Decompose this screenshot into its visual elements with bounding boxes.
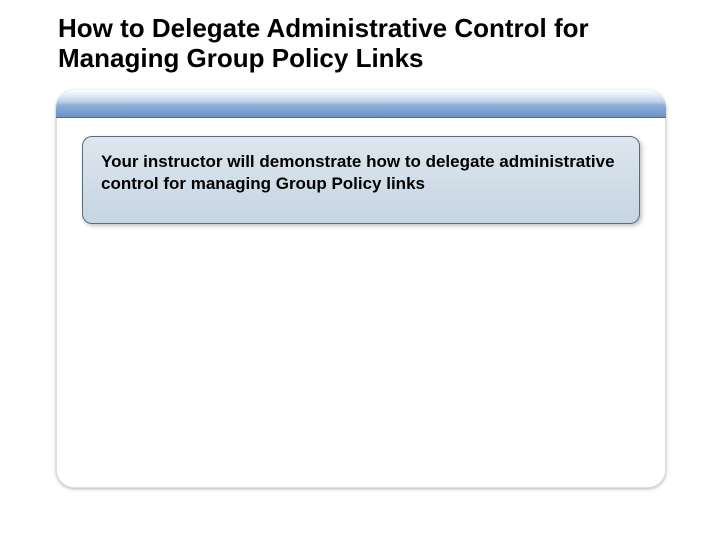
callout-text: Your instructor will demonstrate how to … <box>101 151 621 195</box>
instructor-callout: Your instructor will demonstrate how to … <box>82 136 640 224</box>
panel-header-bar <box>56 90 666 118</box>
slide-title: How to Delegate Administrative Control f… <box>58 14 660 74</box>
